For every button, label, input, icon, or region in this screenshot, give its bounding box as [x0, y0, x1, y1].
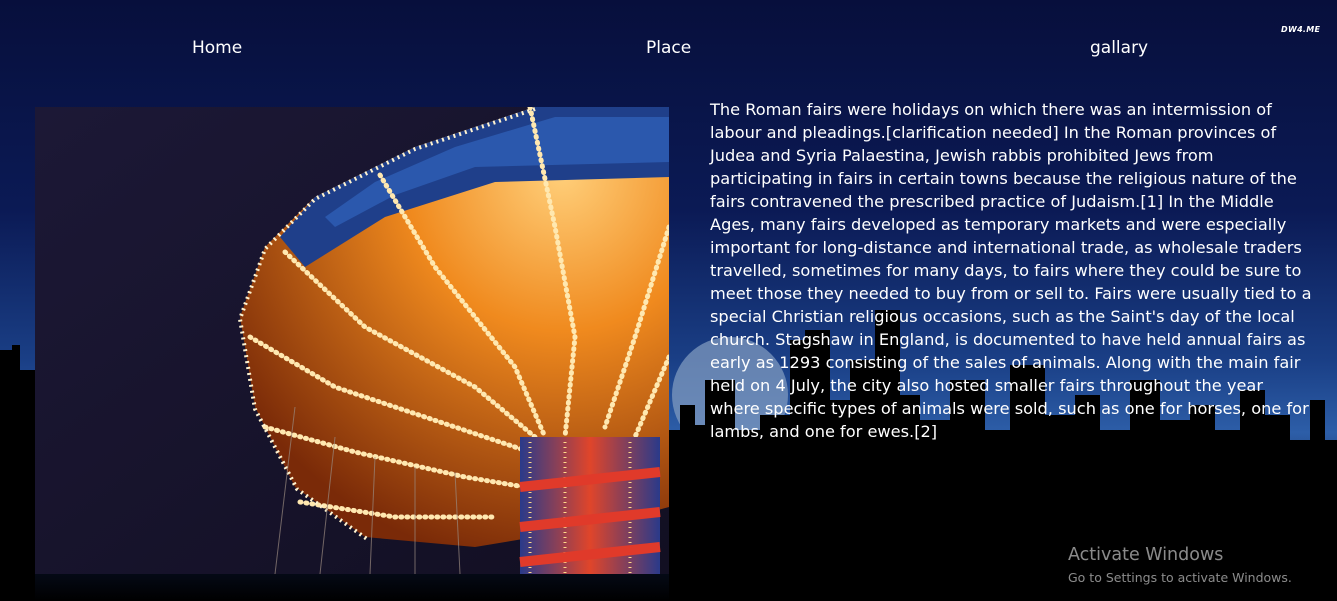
activate-windows-subtitle: Go to Settings to activate Windows.	[1068, 570, 1292, 585]
carousel-ride-image	[35, 107, 669, 574]
nav-link-place[interactable]: Place	[646, 38, 691, 58]
watermark-label: DW4.ME	[1281, 25, 1321, 34]
activate-windows-notice: Activate Windows Go to Settings to activ…	[1068, 545, 1292, 585]
nav-link-home[interactable]: Home	[192, 38, 242, 58]
article-paragraph: The Roman fairs were holidays on which t…	[710, 100, 1312, 441]
activate-windows-title: Activate Windows	[1068, 545, 1224, 565]
nav-link-gallery[interactable]: gallary	[1090, 38, 1148, 58]
